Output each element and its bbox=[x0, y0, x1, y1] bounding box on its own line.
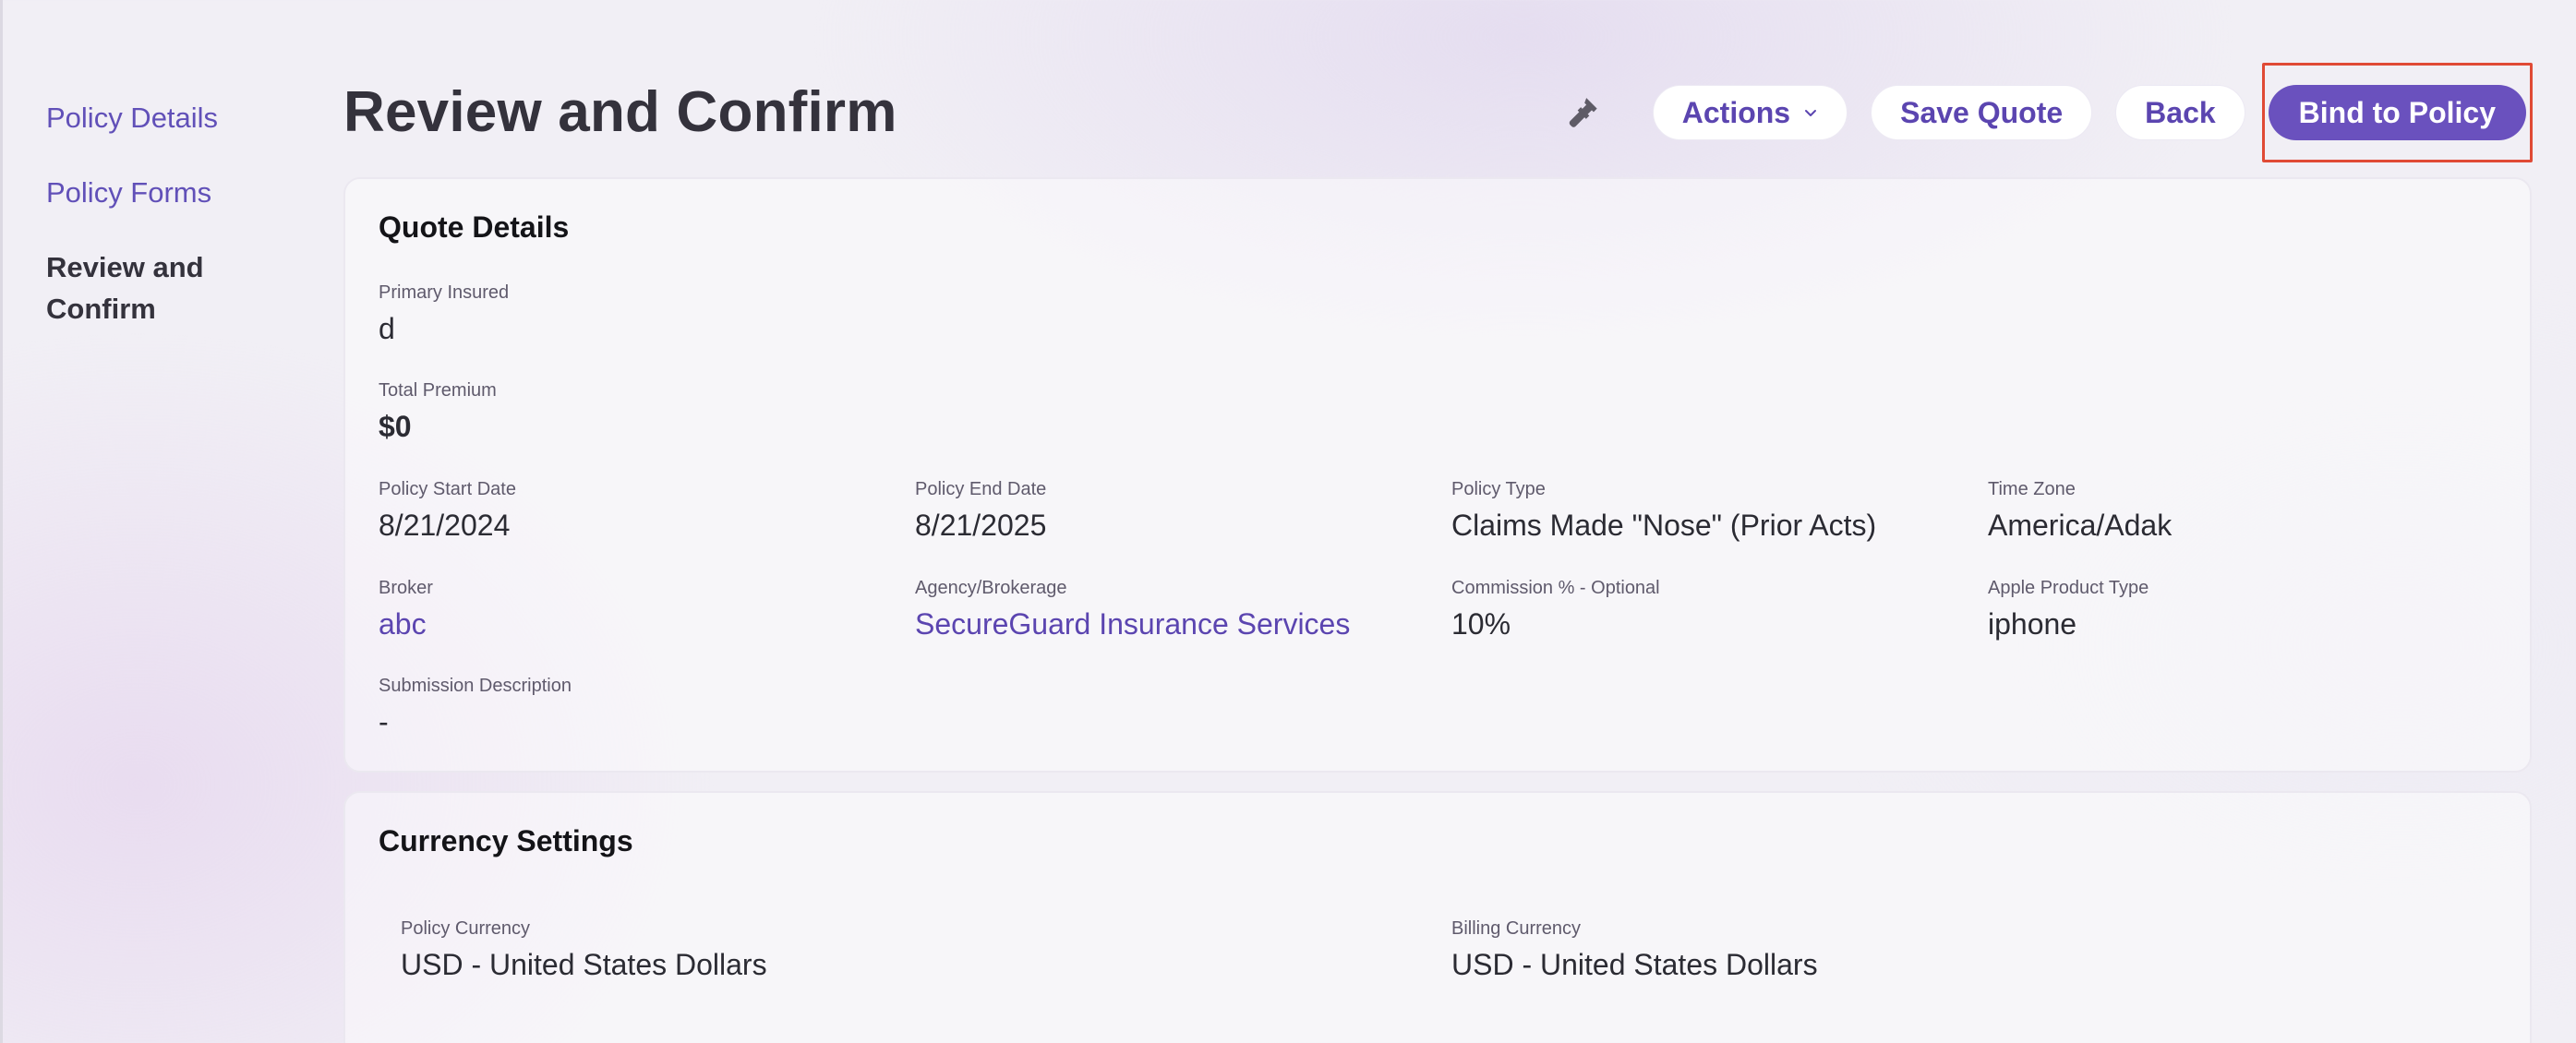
agency-link[interactable]: SecureGuard Insurance Services bbox=[915, 604, 1350, 644]
policy-currency-field: Policy Currency USD - United States Doll… bbox=[401, 917, 767, 985]
time-zone-field: Time Zone America/Adak bbox=[1988, 477, 2172, 545]
billing-currency-label: Billing Currency bbox=[1451, 918, 1582, 939]
header-toolbar: Actions Save Quote Back Bind to Policy bbox=[1561, 63, 2533, 162]
time-zone-label: Time Zone bbox=[1988, 479, 2076, 499]
policy-currency-label: Policy Currency bbox=[401, 918, 531, 939]
policy-type-field: Policy Type Claims Made "Nose" (Prior Ac… bbox=[1451, 477, 1876, 545]
bind-to-policy-button[interactable]: Bind to Policy bbox=[2268, 85, 2526, 140]
quote-details-title: Quote Details bbox=[379, 210, 570, 244]
actions-label: Actions bbox=[1681, 95, 1791, 129]
total-premium-label: Total Premium bbox=[379, 380, 497, 401]
policy-start-date-field: Policy Start Date 8/21/2024 bbox=[379, 477, 516, 545]
policy-end-date-label: Policy End Date bbox=[915, 479, 1047, 499]
broker-link[interactable]: abc bbox=[379, 604, 433, 644]
policy-end-date-value: 8/21/2025 bbox=[915, 509, 1047, 542]
chevron-down-icon bbox=[1803, 105, 1818, 120]
apple-product-type-value: iphone bbox=[1988, 607, 2077, 641]
actions-dropdown-button[interactable]: Actions bbox=[1652, 85, 1848, 140]
left-border bbox=[0, 0, 3, 1043]
time-zone-value: America/Adak bbox=[1988, 509, 2173, 542]
primary-insured-label: Primary Insured bbox=[379, 282, 510, 303]
back-button[interactable]: Back bbox=[2115, 85, 2245, 140]
submission-description-value: - bbox=[379, 705, 389, 738]
primary-insured-value: d bbox=[379, 312, 395, 345]
commission-value: 10% bbox=[1451, 607, 1511, 641]
policy-type-label: Policy Type bbox=[1451, 479, 1546, 499]
broker-field: Broker abc bbox=[379, 576, 433, 644]
apple-product-type-label: Apple Product Type bbox=[1988, 578, 2149, 598]
commission-label: Commission % - Optional bbox=[1451, 578, 1660, 598]
policy-currency-value: USD - United States Dollars bbox=[401, 948, 767, 981]
billing-currency-value: USD - United States Dollars bbox=[1451, 948, 1818, 981]
currency-settings-card: Currency Settings Policy Currency USD - … bbox=[343, 791, 2532, 1043]
total-premium-field: Total Premium $0 bbox=[379, 378, 497, 447]
apple-product-type-field: Apple Product Type iphone bbox=[1988, 576, 2149, 644]
page-title: Review and Confirm bbox=[343, 80, 897, 144]
currency-settings-title: Currency Settings bbox=[379, 824, 633, 857]
submission-description-label: Submission Description bbox=[379, 676, 572, 696]
submission-description-field: Submission Description - bbox=[379, 674, 572, 742]
policy-end-date-field: Policy End Date 8/21/2025 bbox=[915, 477, 1046, 545]
quote-details-card: Quote Details Primary Insured d Total Pr… bbox=[343, 177, 2532, 773]
sidebar-nav: Policy Details Policy Forms Review and C… bbox=[46, 97, 286, 363]
agency-field: Agency/Brokerage SecureGuard Insurance S… bbox=[915, 576, 1350, 644]
sidebar-item-policy-details[interactable]: Policy Details bbox=[46, 97, 286, 138]
billing-currency-field: Billing Currency USD - United States Dol… bbox=[1451, 917, 1818, 985]
save-quote-button[interactable]: Save Quote bbox=[1871, 85, 2093, 140]
commission-field: Commission % - Optional 10% bbox=[1451, 576, 1660, 644]
sidebar-item-review-and-confirm[interactable]: Review and Confirm bbox=[46, 246, 286, 330]
policy-start-date-value: 8/21/2024 bbox=[379, 509, 511, 542]
primary-insured-field: Primary Insured d bbox=[379, 281, 509, 349]
policy-start-date-label: Policy Start Date bbox=[379, 479, 516, 499]
bind-to-policy-wrapper: Bind to Policy bbox=[2261, 63, 2533, 162]
total-premium-value: $0 bbox=[379, 410, 412, 443]
policy-type-value: Claims Made "Nose" (Prior Acts) bbox=[1451, 509, 1877, 542]
agency-label: Agency/Brokerage bbox=[915, 578, 1067, 598]
sidebar-item-policy-forms[interactable]: Policy Forms bbox=[46, 172, 286, 213]
broker-label: Broker bbox=[379, 578, 433, 598]
wrench-icon[interactable] bbox=[1561, 91, 1604, 134]
